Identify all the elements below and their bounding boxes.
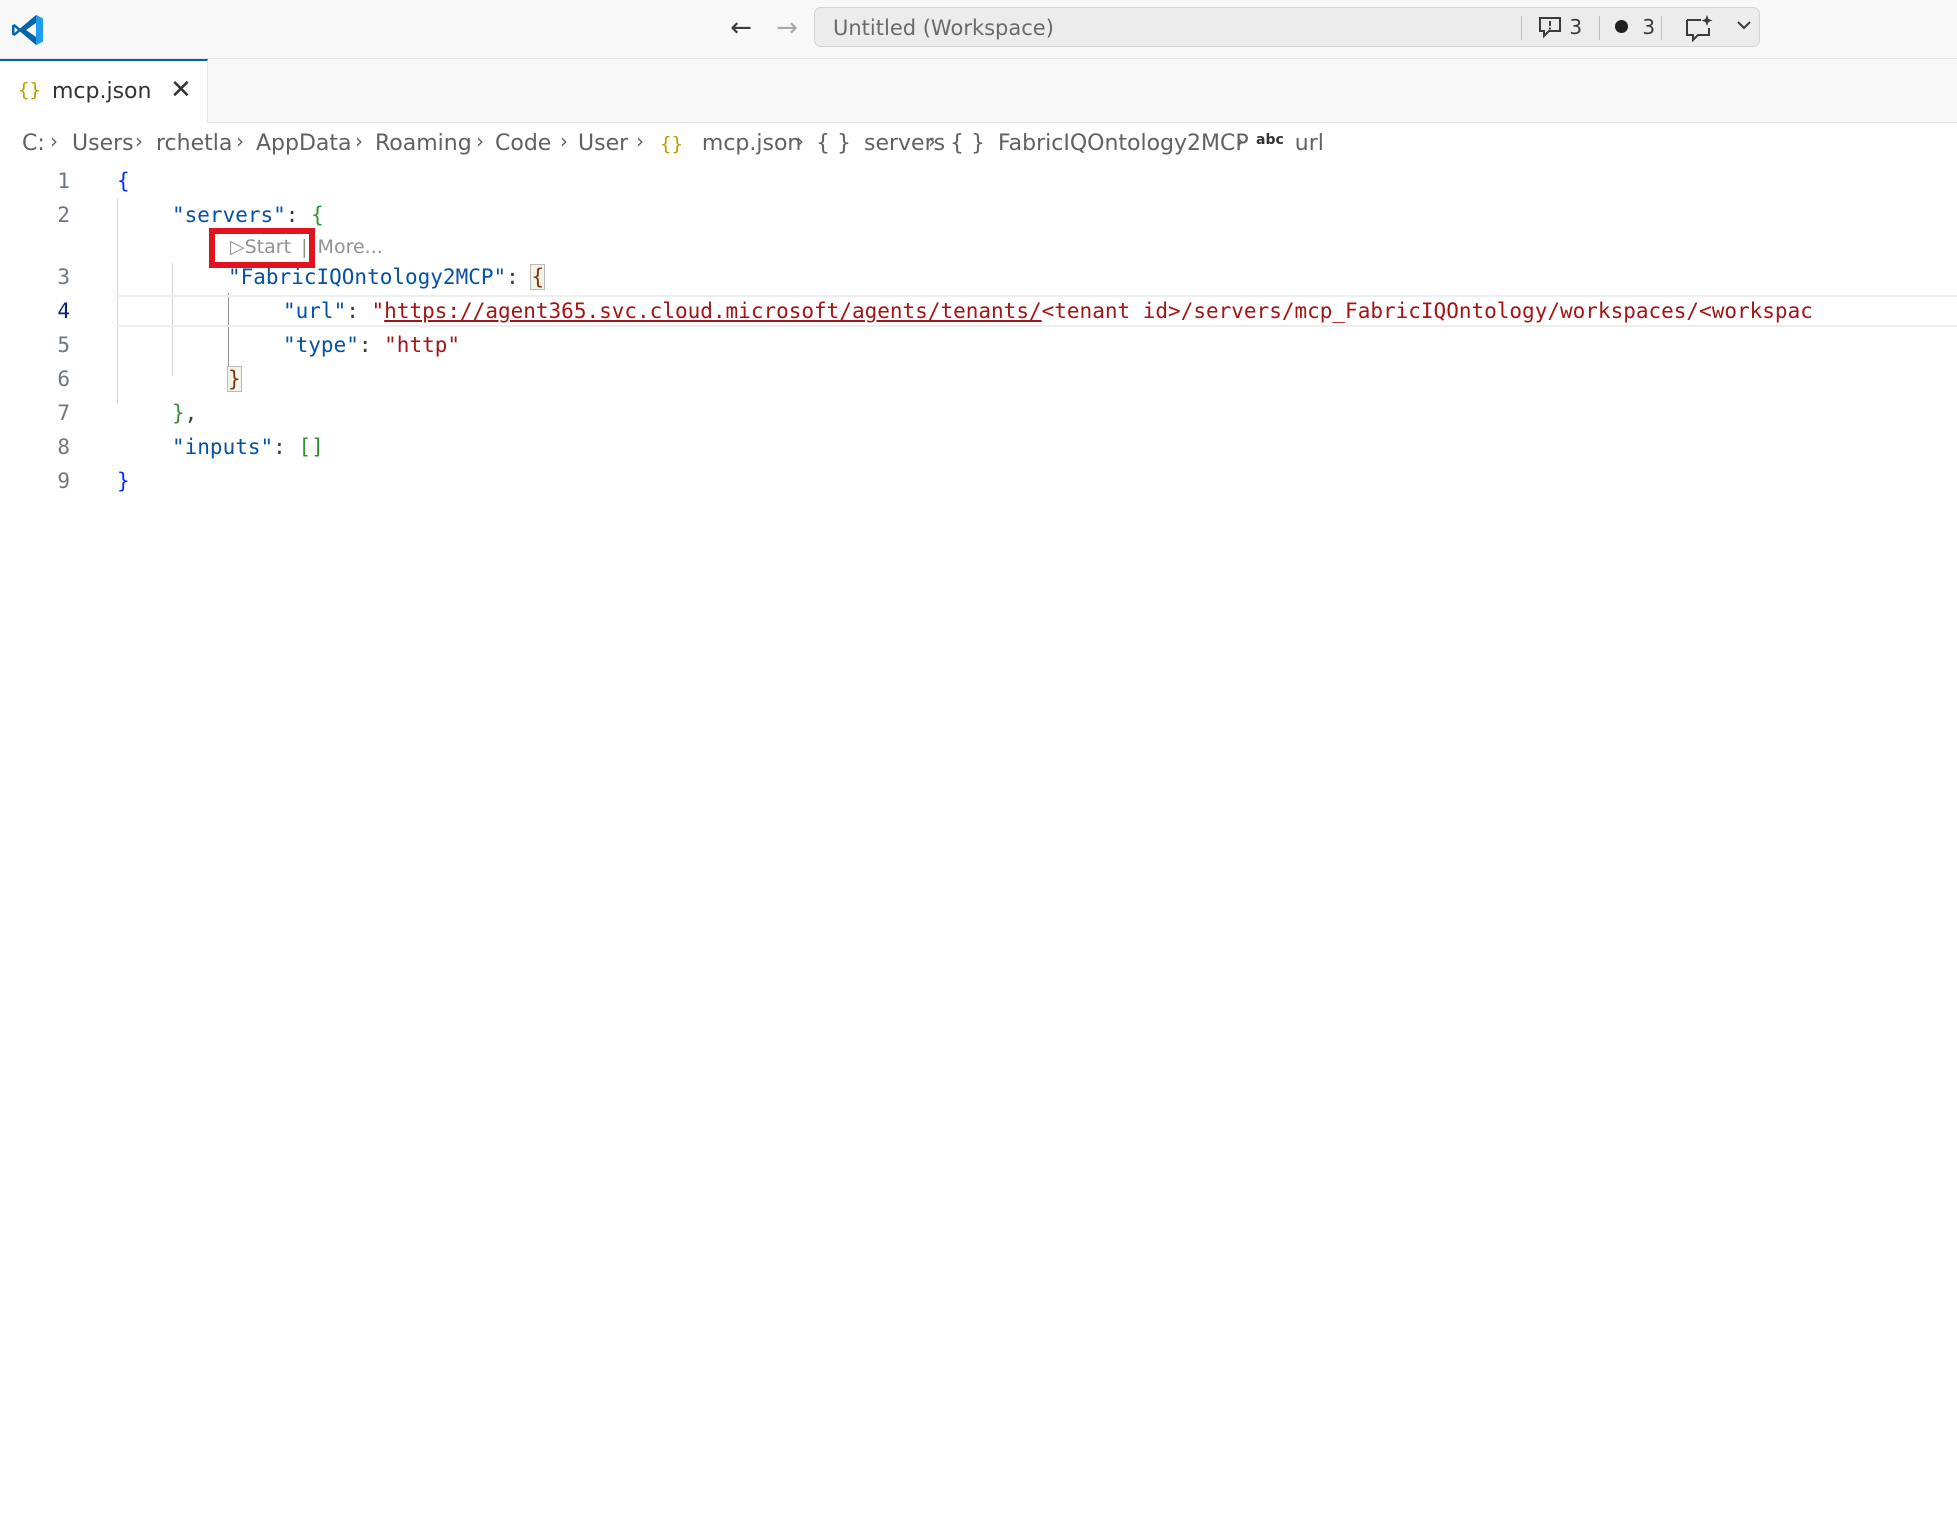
breadcrumb-item-users[interactable]: Users [72,131,134,156]
problems-indicator[interactable]: 3 [1615,15,1655,39]
object-icon: { } [816,131,851,156]
comma: , [184,401,198,425]
line-number: 7 [57,401,70,425]
breadcrumb-item-user[interactable]: User [578,131,628,156]
json-key: "inputs" [172,435,274,459]
json-string: "http" [384,333,461,357]
brace: { [311,203,324,227]
workspace-title: Untitled (Workspace) [833,16,1054,40]
breadcrumb-item-appdata[interactable]: AppData [256,131,352,156]
line-number: 8 [57,435,70,459]
json-key: "type" [283,333,359,357]
colon: : [358,333,385,357]
tab-label: mcp.json [52,79,152,104]
code-line: 6 } [0,363,1957,397]
json-string: <tenant id>/servers/mcp_FabricIQOntology… [1041,299,1813,323]
line-number: 3 [57,265,70,289]
breadcrumb-item-code[interactable]: Code [495,131,551,156]
line-number: 1 [57,169,70,193]
colon: : [346,299,372,323]
json-file-icon: {} [18,79,41,101]
line-number: 9 [57,469,70,493]
vscode-logo-icon [12,15,43,45]
object-icon: { } [950,131,985,156]
breadcrumb-label: mcp.json [701,131,802,156]
code-line: 8 "inputs": [] [0,431,1957,465]
brace: } [172,401,185,425]
brace: { [117,169,130,193]
chevron-right-icon: › [1236,129,1244,153]
chevron-right-icon: › [476,129,484,153]
divider [1521,16,1522,40]
chevron-right-icon: › [796,129,804,153]
chevron-right-icon: › [560,129,568,153]
chevron-right-icon: › [135,129,143,153]
comment-icon [1539,17,1561,39]
chevron-right-icon: › [50,129,58,153]
chat-button[interactable] [1683,13,1715,47]
problems-count: 3 [1642,15,1656,39]
title-bar: ← → Untitled (Workspace) 3 3 [0,0,1957,59]
code-editor[interactable]: 1 { 2 "servers": { 3 "FabricIQOntology2M… [0,165,1957,1524]
code-line: 5 "type": "http" [0,329,1957,363]
json-file-icon: {} [660,133,683,155]
breadcrumb-item-drive[interactable]: C: [22,131,45,156]
dot-icon [1615,20,1628,33]
divider [1599,16,1600,40]
breadcrumb-item-servers[interactable]: { } servers [816,131,945,156]
breadcrumb-item-mcp-json[interactable]: {} mcp.json [660,131,801,156]
colon: : [506,265,532,289]
divider [1661,16,1662,40]
chat-sparkle-icon [1686,15,1713,43]
chevron-down-icon[interactable] [1735,16,1753,39]
line-number: 4 [57,299,70,323]
breadcrumb-item-url[interactable]: abc url [1256,131,1324,156]
chevron-right-icon: › [636,129,644,153]
url-link[interactable]: https://agent365.svc.cloud.microsoft/age… [384,299,1041,323]
back-button[interactable]: ← [726,14,756,44]
string-quote: " [371,299,385,323]
chevron-right-icon: › [355,129,363,153]
breadcrumb-item-fabric[interactable]: { } FabricIQOntology2MCP [950,131,1249,156]
brace: { [530,264,546,290]
breadcrumb-item-roaming[interactable]: Roaming [375,131,472,156]
colon: : [273,435,299,459]
json-key: "FabricIQOntology2MCP" [228,265,507,289]
breadcrumb-item-rchetla[interactable]: rchetla [156,131,232,156]
code-line: 7 }, [0,397,1957,431]
code-line: 1 { [0,165,1957,199]
breadcrumb-label: url [1294,131,1324,156]
editor-tab-bar: {} mcp.json ✕ [0,59,1957,123]
command-center[interactable]: Untitled (Workspace) 3 3 [814,7,1760,47]
brace: } [117,469,130,493]
json-key: "servers" [172,203,286,227]
code-line-active: 4 "url": "https://agent365.svc.cloud.mic… [0,295,1957,329]
annotation-highlight-box [209,228,315,268]
json-key: "url" [283,299,347,323]
line-number: 2 [57,203,70,227]
chevron-right-icon: › [928,129,936,153]
tab-mcp-json[interactable]: {} mcp.json ✕ [0,59,208,123]
code-line: 9 } [0,465,1957,499]
chevron-right-icon: › [236,129,244,153]
json-array: [] [298,435,324,459]
more-action[interactable]: More... [318,236,383,258]
line-number: 5 [57,333,70,357]
comments-count: 3 [1569,15,1583,39]
colon: : [285,203,312,227]
string-icon: abc [1256,132,1284,148]
breadcrumb: C: › Users › rchetla › AppData › Roaming… [0,123,1957,163]
comments-indicator[interactable]: 3 [1537,15,1582,39]
forward-button[interactable]: → [772,14,802,44]
brace: } [227,366,242,392]
close-icon[interactable]: ✕ [170,75,192,105]
line-number: 6 [57,367,70,391]
breadcrumb-label: FabricIQOntology2MCP [998,131,1249,156]
